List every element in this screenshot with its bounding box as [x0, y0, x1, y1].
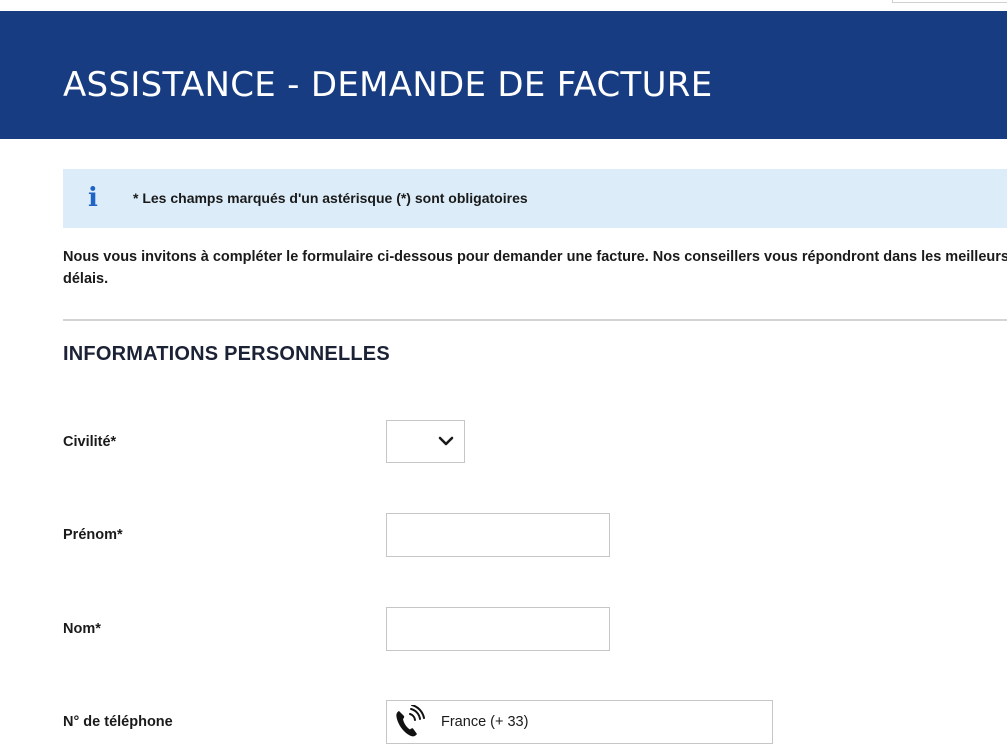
- nom-label: Nom*: [63, 621, 101, 637]
- prenom-input[interactable]: [386, 513, 610, 557]
- phone-country-selector[interactable]: France (+ 33): [386, 700, 773, 744]
- phone-country-value: France (+ 33): [441, 714, 529, 730]
- required-fields-notice: i * Les champs marqués d'un astérisque (…: [63, 169, 1007, 228]
- section-title: INFORMATIONS PERSONNELLES: [63, 343, 390, 365]
- chevron-down-icon: [438, 436, 454, 446]
- civilite-label: Civilité*: [63, 434, 117, 450]
- nom-input[interactable]: [386, 607, 610, 651]
- section-divider: [63, 319, 1007, 321]
- page-header-banner: ASSISTANCE - DEMANDE DE FACTURE: [0, 11, 1007, 139]
- telephone-label: N° de téléphone: [63, 714, 173, 730]
- intro-text: Nous vous invitons à compléter le formul…: [63, 249, 1007, 287]
- page-title: ASSISTANCE - DEMANDE DE FACTURE: [63, 65, 713, 105]
- top-edge-tab: [892, 0, 1007, 3]
- notice-text: * Les champs marqués d'un astérisque (*)…: [133, 190, 528, 206]
- phone-icon: [396, 705, 425, 737]
- prenom-label: Prénom*: [63, 527, 123, 543]
- top-edge: [0, 0, 1007, 11]
- info-icon: i: [88, 183, 98, 213]
- civilite-select[interactable]: [386, 420, 465, 463]
